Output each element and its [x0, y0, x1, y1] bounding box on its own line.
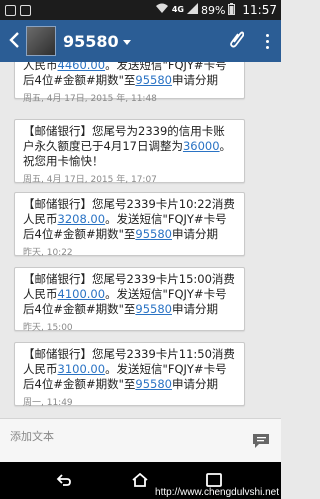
message-timestamp: 昨天, 15:00 — [23, 323, 73, 333]
app-bar: 95580 — [0, 20, 281, 62]
watermark: http://www.chengdulvshi.net — [155, 487, 279, 498]
menu-dot — [266, 39, 269, 43]
message-timestamp: 周五, 4月 17日, 2015 年, 11:48 — [23, 94, 157, 104]
back-button[interactable] — [0, 29, 24, 53]
message-bubble[interactable]: 【邮储银行】您尾号2339卡片15:00消费人民币4100.00。发送短信"FQ… — [14, 267, 245, 333]
contact-name: 95580 — [63, 31, 119, 51]
home-icon — [132, 472, 148, 487]
back-nav-button[interactable] — [56, 472, 72, 491]
message-bubble[interactable]: 人民币4460.00。发送短信"FQJY#卡号后4位#金额#期数"至95580申… — [14, 62, 245, 104]
home-nav-button[interactable] — [131, 472, 149, 491]
send-button[interactable] — [251, 433, 271, 449]
menu-dot — [266, 45, 269, 49]
amount-link[interactable]: 36000 — [183, 139, 220, 153]
network-type: 4G — [171, 5, 184, 14]
paperclip-icon — [230, 31, 245, 48]
chevron-down-icon — [122, 39, 131, 45]
compose-bar: 添加文本 — [0, 418, 281, 462]
back-arrow-icon — [56, 474, 71, 486]
battery-percent: 89% — [200, 3, 226, 17]
message-bubble[interactable]: 【邮储银行】您尾号2339卡片10:22消费人民币3208.00。发送短信"FQ… — [14, 192, 245, 258]
notification-icons — [0, 4, 31, 16]
message-timestamp: 昨天, 10:22 — [23, 248, 73, 258]
amount-link[interactable]: 4100.00 — [58, 287, 106, 301]
status-icons: 4G 89% 11:57 — [155, 2, 281, 18]
notification-icon — [20, 4, 31, 16]
recents-icon — [206, 473, 222, 487]
signal-icon — [186, 3, 198, 17]
phone-link[interactable]: 95580 — [135, 377, 172, 391]
overflow-menu-button[interactable] — [266, 33, 269, 49]
message-text: 人民币4460.00。发送短信"FQJY#卡号后4位#金额#期数"至95580申… — [23, 62, 236, 88]
attach-button[interactable] — [230, 30, 245, 52]
clock: 11:57 — [242, 3, 277, 17]
menu-dot — [266, 33, 269, 37]
contact-selector[interactable]: 95580 — [63, 32, 131, 51]
amount-link[interactable]: 4460.00 — [58, 62, 106, 72]
message-text: 【邮储银行】您尾号2339卡片10:22消费人民币3208.00。发送短信"FQ… — [23, 197, 235, 241]
message-text: 【邮储银行】您尾号2339卡片11:50消费人民币3100.00。发送短信"FQ… — [23, 347, 235, 391]
avatar[interactable] — [26, 26, 56, 56]
send-message-icon — [253, 434, 269, 448]
chevron-left-icon — [9, 32, 19, 48]
phone-link[interactable]: 95580 — [135, 227, 172, 241]
message-text: 【邮储银行】您尾号为2339的信用卡账户永久额度已于4月17日调整为36000。… — [23, 124, 232, 168]
amount-link[interactable]: 3100.00 — [58, 362, 106, 376]
phone-link[interactable]: 95580 — [135, 73, 172, 87]
phone-link[interactable]: 95580 — [135, 302, 172, 316]
message-timestamp: 周一, 11:49 — [23, 398, 73, 408]
message-bubble[interactable]: 【邮储银行】您尾号为2339的信用卡账户永久额度已于4月17日调整为36000。… — [14, 119, 245, 185]
amount-link[interactable]: 3208.00 — [58, 212, 106, 226]
message-text: 【邮储银行】您尾号2339卡片15:00消费人民币4100.00。发送短信"FQ… — [23, 272, 235, 316]
conversation-list[interactable]: 人民币4460.00。发送短信"FQJY#卡号后4位#金额#期数"至95580申… — [0, 62, 281, 418]
message-input[interactable]: 添加文本 — [10, 428, 54, 444]
status-bar: 4G 89% 11:57 — [0, 0, 281, 20]
battery-icon — [228, 2, 236, 18]
notification-icon — [5, 4, 16, 16]
message-bubble[interactable]: 【邮储银行】您尾号2339卡片11:50消费人民币3100.00。发送短信"FQ… — [14, 342, 245, 408]
message-timestamp: 周五, 4月 17日, 2015 年, 17:07 — [23, 175, 157, 185]
wifi-icon — [155, 3, 169, 17]
